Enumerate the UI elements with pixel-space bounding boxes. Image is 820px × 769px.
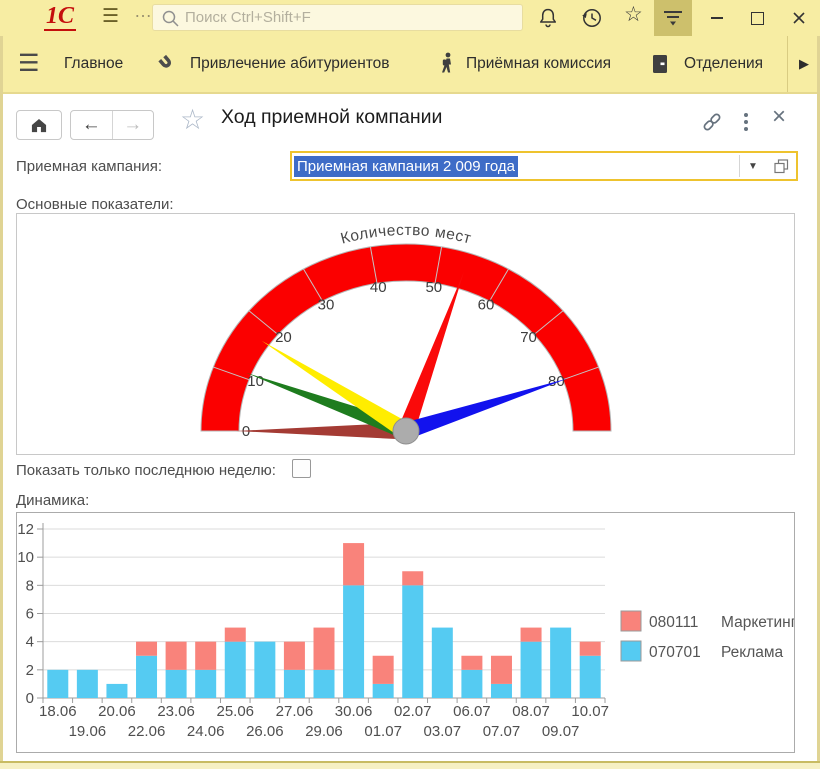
svg-text:4: 4 <box>26 634 34 651</box>
svg-text:19.06: 19.06 <box>69 723 107 740</box>
campaign-select-field[interactable]: Приемная кампания 2 009 года ▼ <box>290 151 798 181</box>
menu-more-arrow[interactable]: ▶ <box>787 36 820 92</box>
favorites-star-icon[interactable]: ☆ <box>624 2 643 27</box>
svg-text:Реклама: Реклама <box>721 644 784 661</box>
window-minimize-button[interactable] <box>704 0 730 36</box>
minimize-icon <box>711 17 723 19</box>
window-frame-left <box>0 36 3 763</box>
svg-text:03.07: 03.07 <box>424 723 462 740</box>
service-menu-icon <box>661 6 685 30</box>
svg-text:25.06: 25.06 <box>216 703 254 720</box>
svg-text:26.06: 26.06 <box>246 723 284 740</box>
back-button[interactable]: ← <box>71 111 113 139</box>
menu-item-glavnoe[interactable]: Главное <box>64 55 123 73</box>
week-filter-label: Показать только последнюю неделю: <box>16 462 276 479</box>
close-icon <box>792 11 806 25</box>
svg-text:30.06: 30.06 <box>335 703 373 720</box>
department-icon[interactable] <box>648 52 672 76</box>
gauge-panel: 01020304050607080Количество мест <box>16 213 795 455</box>
dynamics-label: Динамика: <box>16 492 89 509</box>
svg-text:30: 30 <box>318 297 335 314</box>
campaign-choose-button[interactable] <box>766 157 796 176</box>
svg-text:02.07: 02.07 <box>394 703 432 720</box>
campaign-field-value[interactable]: Приемная кампания 2 009 года <box>294 156 518 177</box>
svg-text:10: 10 <box>247 373 264 390</box>
search-input[interactable] <box>183 5 517 30</box>
student-icon[interactable] <box>436 51 458 77</box>
dynamics-chart: 0 2 4 6 8 10 12 18.06 19.06 20.06 22.06 23.06 24.06 2… <box>17 513 794 752</box>
home-button[interactable] <box>16 110 62 140</box>
svg-text:0: 0 <box>26 690 34 707</box>
svg-text:70: 70 <box>520 329 537 346</box>
svg-text:27.06: 27.06 <box>276 703 314 720</box>
titlebar: 1С ☰ … ☆ <box>0 0 820 36</box>
indicators-label: Основные показатели: <box>16 196 174 213</box>
campaign-dropdown-button[interactable]: ▼ <box>740 161 766 172</box>
svg-text:10: 10 <box>17 549 34 566</box>
svg-text:2: 2 <box>26 662 34 679</box>
service-menu-button[interactable] <box>654 0 692 36</box>
svg-text:23.06: 23.06 <box>157 703 195 720</box>
page-close-button[interactable]: × <box>772 103 786 131</box>
svg-text:8: 8 <box>26 577 34 594</box>
window-frame-bottom <box>0 763 820 769</box>
svg-text:01.07: 01.07 <box>364 723 402 740</box>
svg-text:08.07: 08.07 <box>512 703 550 720</box>
1c-logo: 1С <box>44 3 76 31</box>
svg-text:20: 20 <box>275 329 292 346</box>
dynamics-panel: 0 2 4 6 8 10 12 18.06 19.06 20.06 22.06 23.06 24.06 2… <box>16 512 795 753</box>
page-toolbar: ← → ☆ Ход приемной компании × <box>0 94 820 150</box>
svg-text:20.06: 20.06 <box>98 703 136 720</box>
sections-menubar: ☰ Главное Привлечение абитуриентов Приём… <box>0 36 820 94</box>
menu-item-otdeleniya[interactable]: Отделения <box>684 55 763 73</box>
svg-text:6: 6 <box>26 606 34 623</box>
global-search <box>152 4 523 31</box>
svg-text:080111: 080111 <box>649 614 698 631</box>
svg-text:18.06: 18.06 <box>39 703 77 720</box>
svg-text:24.06: 24.06 <box>187 723 225 740</box>
menu-item-privlechenie[interactable]: Привлечение абитуриентов <box>190 55 390 73</box>
sections-hamburger-icon[interactable]: ☰ <box>18 49 40 78</box>
page-title: Ход приемной компании <box>221 106 442 129</box>
week-filter-checkbox[interactable] <box>292 459 311 478</box>
home-icon <box>29 115 49 135</box>
svg-text:09.07: 09.07 <box>542 723 580 740</box>
add-to-favorites-star-icon[interactable]: ☆ <box>180 103 205 136</box>
more-actions-kebab-icon[interactable] <box>744 113 748 134</box>
titlebar-overflow-dots[interactable]: … <box>134 1 153 22</box>
notifications-bell-icon[interactable] <box>536 6 560 30</box>
application-window: 1С ☰ … ☆ <box>0 0 820 769</box>
svg-text:070701: 070701 <box>649 644 701 661</box>
gauge-chart: 01020304050607080Количество мест <box>17 214 794 454</box>
svg-text:50: 50 <box>425 279 442 296</box>
history-icon[interactable] <box>580 6 604 30</box>
svg-text:40: 40 <box>370 279 387 296</box>
svg-text:22.06: 22.06 <box>128 723 166 740</box>
window-close-button[interactable] <box>786 0 812 36</box>
svg-text:Маркетинг: Маркетинг <box>721 614 794 631</box>
nav-buttons: ← → <box>70 110 154 140</box>
menu-item-komissiya[interactable]: Приёмная комиссия <box>466 55 611 73</box>
search-icon <box>160 8 182 30</box>
svg-text:29.06: 29.06 <box>305 723 343 740</box>
svg-text:06.07: 06.07 <box>453 703 491 720</box>
choose-from-list-icon <box>772 157 791 176</box>
svg-text:12: 12 <box>17 521 34 538</box>
svg-text:10.07: 10.07 <box>571 703 609 720</box>
magnet-icon[interactable] <box>156 53 180 77</box>
forward-button[interactable]: → <box>113 111 154 139</box>
maximize-icon <box>751 12 764 25</box>
titlebar-hamburger-icon[interactable]: ☰ <box>102 5 119 28</box>
svg-text:07.07: 07.07 <box>483 723 521 740</box>
campaign-field-label: Приемная кампания: <box>16 158 162 175</box>
window-maximize-button[interactable] <box>744 0 770 36</box>
svg-text:60: 60 <box>478 297 495 314</box>
get-link-icon[interactable] <box>700 110 724 134</box>
